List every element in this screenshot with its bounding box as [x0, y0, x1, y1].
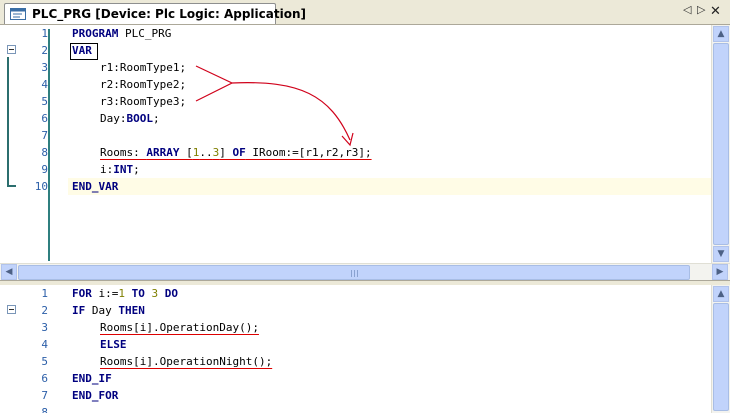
line-number: 8: [41, 146, 48, 159]
fold-guide-end: [7, 185, 16, 187]
tab-plc-prg[interactable]: PLC_PRG [Device: Plc Logic: Application]: [4, 3, 306, 24]
code-line: r1:RoomType1;: [100, 61, 187, 74]
declaration-vertical-scrollbar[interactable]: ▲ ▼: [711, 25, 730, 263]
code-line: r3:RoomType3;: [100, 95, 187, 108]
tab-scroll-right-icon[interactable]: ▷: [697, 3, 705, 16]
scroll-up-icon[interactable]: ▲: [713, 286, 729, 302]
implementation-code-area[interactable]: FOR i:=1 TO 3 DO IF Day THEN Rooms[i].Op…: [68, 285, 711, 413]
tab-strip: PLC_PRG [Device: Plc Logic: Application]…: [0, 0, 730, 25]
scroll-thumb[interactable]: [713, 303, 729, 411]
code-line: i:INT;: [100, 163, 140, 176]
collapse-var-block-icon[interactable]: [7, 45, 16, 54]
line-number: 3: [41, 61, 48, 74]
code-line: ELSE: [100, 338, 127, 351]
fold-guide-line: [7, 57, 9, 187]
code-line: IF Day THEN: [72, 304, 145, 317]
code-line: FOR i:=1 TO 3 DO: [72, 287, 178, 300]
line-number: 1: [41, 287, 48, 300]
code-line: Rooms[i].OperationNight();: [100, 355, 273, 368]
line-number-gutter: 1 2 3 4 5 6 7 8 9 10: [0, 25, 50, 263]
scroll-thumb[interactable]: [713, 43, 729, 245]
code-line: END_FOR: [72, 389, 119, 402]
collapse-if-block-icon[interactable]: [7, 305, 16, 314]
scroll-up-icon[interactable]: ▲: [713, 26, 729, 42]
line-number: 9: [41, 163, 48, 176]
line-number: 6: [41, 112, 48, 125]
code-line: VAR: [72, 44, 92, 57]
line-number: 3: [41, 321, 48, 334]
code-line: Rooms: ARRAY [1..3] OF IRoom:=[r1,r2,r3]…: [100, 146, 372, 159]
implementation-editor[interactable]: 1 2 3 4 5 6 7 8 FOR i:=1 TO 3 DO IF Day …: [0, 285, 730, 413]
code-line: Day:BOOL;: [100, 112, 160, 125]
current-line-highlight: [68, 178, 711, 195]
declaration-horizontal-scrollbar[interactable]: ◀ ▶: [0, 263, 730, 281]
tab-scroll-left-icon[interactable]: ◁: [683, 3, 691, 16]
line-number: 1: [41, 27, 48, 40]
horizontal-scroll-thumb[interactable]: [18, 265, 690, 280]
code-line: Rooms[i].OperationDay();: [100, 321, 259, 334]
tab-label: PLC_PRG [Device: Plc Logic: Application]: [32, 7, 306, 21]
scroll-right-icon[interactable]: ▶: [712, 264, 728, 280]
code-line: END_VAR: [72, 180, 119, 193]
line-number: 2: [41, 304, 48, 317]
line-number: 8: [41, 406, 48, 413]
declaration-code-area[interactable]: PROGRAM PLC_PRG VAR r1:RoomType1; r2:Roo…: [68, 25, 711, 263]
scroll-down-icon[interactable]: ▼: [713, 246, 729, 262]
line-number: 7: [41, 129, 48, 142]
line-number: 5: [41, 95, 48, 108]
line-number-gutter: 1 2 3 4 5 6 7 8: [0, 285, 50, 413]
scroll-left-icon[interactable]: ◀: [1, 264, 17, 280]
line-number: 10: [34, 180, 48, 193]
code-line: r2:RoomType2;: [100, 78, 187, 91]
close-tab-icon[interactable]: ✕: [710, 4, 721, 19]
line-number: 4: [41, 78, 48, 91]
implementation-vertical-scrollbar[interactable]: ▲: [711, 285, 730, 413]
code-line: END_IF: [72, 372, 112, 385]
line-number: 5: [41, 355, 48, 368]
codesys-editor: PLC_PRG [Device: Plc Logic: Application]…: [0, 0, 730, 413]
pou-program-icon: [10, 8, 26, 20]
line-number: 4: [41, 338, 48, 351]
change-marker-bar: [48, 29, 50, 261]
declaration-editor[interactable]: 1 2 3 4 5 6 7 8 9 10 PROGRAM PLC_PRG VAR…: [0, 25, 730, 263]
code-line: PROGRAM PLC_PRG: [72, 27, 172, 40]
line-number: 2: [41, 44, 48, 57]
line-number: 6: [41, 372, 48, 385]
line-number: 7: [41, 389, 48, 402]
